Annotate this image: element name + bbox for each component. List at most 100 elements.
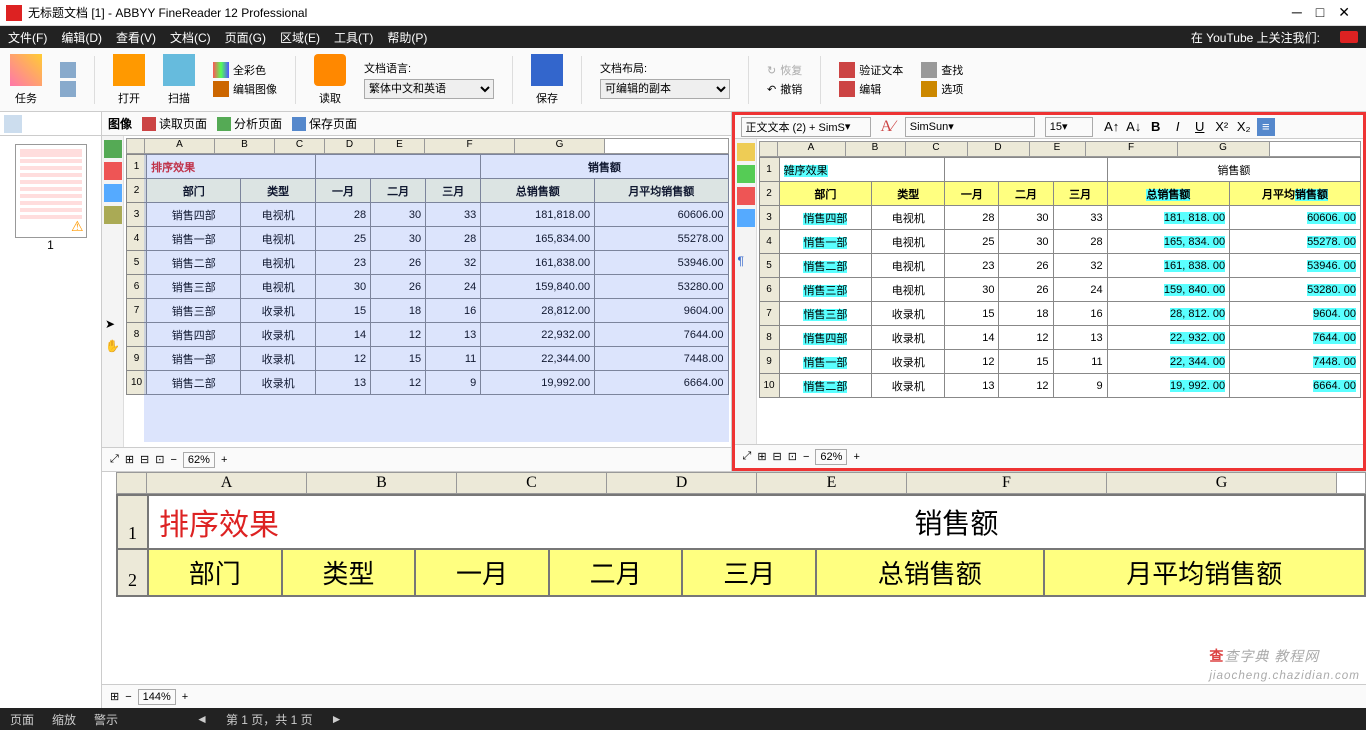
scan-button[interactable]: 扫描 [163,54,195,106]
readpage-button[interactable]: 读取页面 [142,115,207,132]
table-row: 8销售四部收录机14121322,932.007644.00 [127,323,729,347]
open-button[interactable]: 打开 [113,54,145,106]
grow-font-icon[interactable]: A↑ [1103,118,1121,136]
zoom-in[interactable]: + [853,451,859,463]
tool-icon[interactable] [737,143,755,161]
eraser-icon[interactable] [104,294,122,312]
fit-icon[interactable]: ⊞ [125,453,134,466]
page-thumbnail[interactable]: ⚠ 1 [15,144,87,252]
doclang-select[interactable]: 繁体中文和英语 [364,79,494,99]
hand-icon[interactable]: ✋ [104,338,122,356]
thumb-grid-icon[interactable] [4,115,22,133]
options-button[interactable]: 选项 [921,81,963,97]
tab-zoom[interactable]: 缩放 [52,711,76,728]
subscript-icon[interactable]: X₂ [1235,118,1253,136]
tool-icon[interactable] [104,228,122,246]
window-title: 无标题文档 [1] - ABBYY FineReader 12 Professi… [28,4,1292,21]
superscript-icon[interactable]: X² [1213,118,1231,136]
zoom-value[interactable]: 62% [183,452,215,468]
menu-area[interactable]: 区域(E) [280,29,320,46]
layout-select[interactable]: 可编辑的副本 [600,79,730,99]
menu-page[interactable]: 页面(G) [225,29,266,46]
tab-page[interactable]: 页面 [10,711,34,728]
menu-tools[interactable]: 工具(T) [334,29,373,46]
zoom-value[interactable]: 144% [138,689,176,705]
align-icon[interactable]: ≡ [1257,118,1275,136]
fontsize-select[interactable]: 15 ▾ [1045,117,1093,137]
tool-icon[interactable] [737,187,755,205]
menu-bar: 文件(F) 编辑(D) 查看(V) 文档(C) 页面(G) 区域(E) 工具(T… [0,26,1366,48]
tool-icon[interactable] [104,250,122,268]
undo-button[interactable]: ↶撤销 [767,81,802,97]
italic-icon[interactable]: I [1169,118,1187,136]
close-button[interactable]: ✕ [1338,4,1350,21]
restore-button[interactable]: ↻恢复 [767,62,802,78]
zoom-value[interactable]: 62% [815,449,847,465]
bottom-bar: 页面 缩放 警示 ◄ 第 1 页，共 1 页 ► [0,708,1366,730]
thumbnail-panel: ⚠ 1 [0,112,102,708]
text-area-icon[interactable] [104,140,122,158]
table-area-icon[interactable] [104,184,122,202]
tool-icon[interactable] [737,209,755,227]
underline-icon[interactable]: U [1191,118,1209,136]
analyze-button[interactable]: 分析页面 [217,115,282,132]
page-number: 1 [15,238,87,252]
verify-button[interactable]: 验证文本 [839,62,903,78]
editimage-button[interactable]: 编辑图像 [213,81,277,97]
edit-button[interactable]: 编辑 [839,81,903,97]
text-pane: 正文文本 (2) + SimS ▾ A⁄ SimSun ▾ 15 ▾ A↑ A↓… [732,112,1366,471]
table-row: 5销售二部电视机232632161,838.0053946.00 [127,251,729,275]
menu-view[interactable]: 查看(V) [116,29,156,46]
menu-file[interactable]: 文件(F) [8,29,47,46]
table-row: 7销售三部收录机15181628,812.009604.00 [127,299,729,323]
doclang-label: 文档语言: [364,60,494,76]
thumb-list-icon[interactable] [24,115,42,133]
youtube-label: 在 YouTube 上关注我们: [1191,29,1320,46]
bold-icon[interactable]: B [1147,118,1165,136]
tab-warn[interactable]: 警示 [94,711,118,728]
page-nav: 第 1 页，共 1 页 [226,711,313,728]
text-tools: ¶ [735,139,757,444]
zoom-in[interactable]: + [182,691,188,703]
table-row: 7悄售三部收录机15181628, 812. 009604. 00 [759,302,1361,326]
pilcrow-icon[interactable]: ¶ [737,253,755,271]
expand-icon[interactable]: ⤢ [110,453,119,466]
menu-doc[interactable]: 文档(C) [170,29,211,46]
tool-icon[interactable] [104,272,122,290]
table-row: 10悄售二部收录机1312919, 992. 006664. 00 [759,374,1361,398]
shrink-font-icon[interactable]: A↓ [1125,118,1143,136]
table-row: 3悄售四部电视机283033181, 818. 0060606. 00 [759,206,1361,230]
save-button[interactable]: 保存 [531,54,563,106]
fullcolor-button[interactable]: 全彩色 [213,62,277,78]
text-table[interactable]: 1雑序效果销售额 2部门类型一月二月三月总销售额月平均销售额 3悄售四部电视机2… [759,157,1362,398]
expand-icon[interactable]: ⤢ [743,450,752,463]
tool-icon[interactable] [737,165,755,183]
font-icon[interactable]: A⁄ [881,118,895,136]
thumb-add-icon[interactable] [44,115,62,133]
task-button[interactable]: 任务 [10,54,42,106]
table-row: 3销售四部电视机283033181,818.0060606.00 [127,203,729,227]
style-select[interactable]: 正文文本 (2) + SimS ▾ [741,117,871,137]
menu-help[interactable]: 帮助(P) [387,29,427,46]
zoom-out[interactable]: − [170,454,176,466]
table-row: 6悄售三部电视机302624159, 840. 0053280. 00 [759,278,1361,302]
pointer-icon[interactable]: ➤ [104,316,122,334]
table-row: 4销售一部电视机253028165,834.0055278.00 [127,227,729,251]
zoom-in[interactable]: + [221,454,227,466]
minimize-button[interactable]: ─ [1292,4,1302,21]
table-row: 10销售二部收录机1312919,992.006664.00 [127,371,729,395]
tool-icon[interactable] [737,231,755,249]
font-select[interactable]: SimSun ▾ [905,117,1035,137]
title-bar: 无标题文档 [1] - ABBYY FineReader 12 Professi… [0,0,1366,26]
zoom-table: 1排序效果销售额 2部门类型一月二月三月总销售额月平均销售额 [116,494,1366,597]
find-button[interactable]: 查找 [921,62,963,78]
youtube-icon[interactable] [1340,31,1358,43]
savepage-button[interactable]: 保存页面 [292,115,357,132]
maximize-button[interactable]: □ [1316,4,1324,21]
read-button[interactable]: 读取 [314,54,346,106]
menu-edit[interactable]: 编辑(D) [61,29,102,46]
zoom-out[interactable]: − [125,691,131,703]
picture-area-icon[interactable] [104,162,122,180]
barcode-area-icon[interactable] [104,206,122,224]
zoom-out[interactable]: − [803,451,809,463]
